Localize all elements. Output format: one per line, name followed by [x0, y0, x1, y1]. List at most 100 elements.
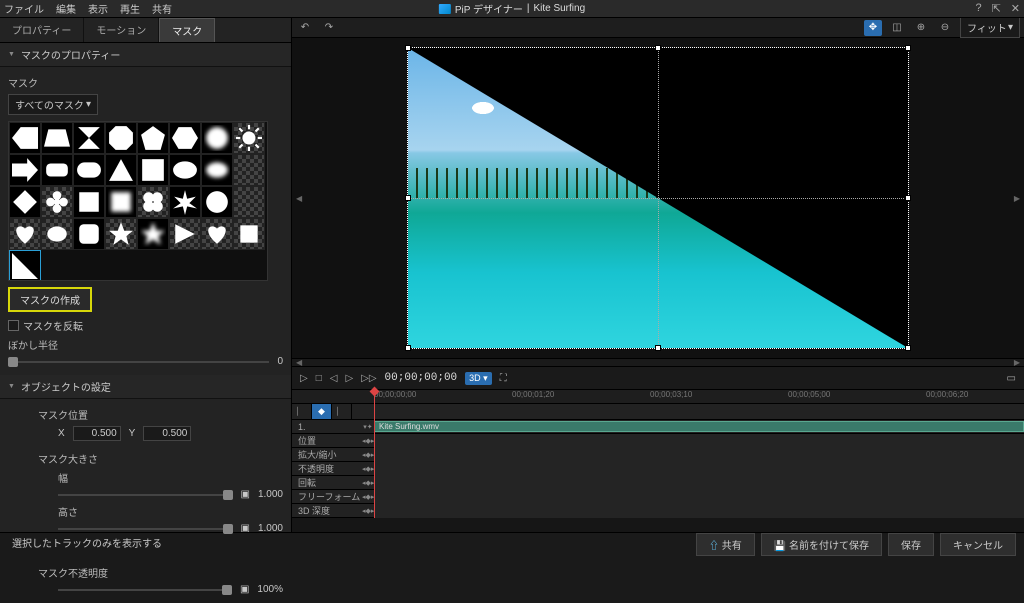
invert-mask-checkbox[interactable]: [8, 320, 19, 331]
stop-icon[interactable]: □: [316, 373, 322, 384]
mask-hexagon[interactable]: [169, 122, 201, 154]
mask-rounded-square[interactable]: [73, 218, 105, 250]
scroll-right-icon[interactable]: ▶: [1014, 194, 1020, 203]
mask-arrow-right[interactable]: [9, 154, 41, 186]
next-frame-icon[interactable]: ▷: [345, 373, 353, 384]
mask-sun[interactable]: [233, 122, 265, 154]
mask-opacity-slider[interactable]: [58, 589, 232, 591]
create-mask-button[interactable]: マスクの作成: [8, 287, 92, 312]
display-mode-icon[interactable]: ▭: [1007, 373, 1016, 384]
mask-filter-dropdown[interactable]: すべてのマスク▾: [8, 94, 98, 115]
tl-goto-end-icon[interactable]: ⎸: [332, 404, 352, 419]
save-button[interactable]: 保存: [888, 533, 934, 556]
mask-square-2[interactable]: [233, 218, 265, 250]
mask-square[interactable]: [73, 186, 105, 218]
crop-tool-icon[interactable]: ◫: [888, 20, 906, 36]
play-icon[interactable]: ▷: [300, 373, 308, 384]
mask-triangle-corner[interactable]: [9, 250, 41, 281]
timeline-clip[interactable]: Kite Surfing.wmv: [374, 421, 1024, 432]
mask-y-field[interactable]: [143, 426, 191, 441]
save-as-button[interactable]: 💾 名前を付けて保存: [761, 533, 882, 556]
undock-icon[interactable]: ⇱: [992, 2, 1001, 15]
mask-star-soft[interactable]: [137, 218, 169, 250]
mask-ellipse[interactable]: [169, 154, 201, 186]
menu-file[interactable]: ファイル: [4, 1, 44, 16]
mask-star[interactable]: [105, 218, 137, 250]
mask-x-field[interactable]: [73, 426, 121, 441]
mask-properties-header[interactable]: マスクのプロパティー: [0, 43, 291, 67]
mask-rounded-rect[interactable]: [41, 154, 73, 186]
track-rotation[interactable]: 回転: [292, 476, 362, 489]
mask-octagon[interactable]: [105, 122, 137, 154]
track-opacity[interactable]: 不透明度: [292, 462, 362, 475]
show-selected-track-label: 選択したトラックのみを表示する: [12, 535, 162, 550]
object-settings-header[interactable]: オブジェクトの設定: [0, 375, 291, 399]
mask-burst[interactable]: [169, 186, 201, 218]
zoom-in-icon[interactable]: ⊕: [912, 20, 930, 36]
mask-diamond[interactable]: [9, 186, 41, 218]
prev-frame-icon[interactable]: ◁: [330, 373, 338, 384]
mask-rect-soft[interactable]: [105, 186, 137, 218]
mask-hourglass[interactable]: [73, 122, 105, 154]
menu-edit[interactable]: 編集: [56, 1, 76, 16]
track-scale[interactable]: 拡大/縮小: [292, 448, 362, 461]
scroll-left-icon[interactable]: ◀: [296, 194, 302, 203]
timeline-ruler[interactable]: 00;00;00;00 00;00;01;20 00;00;03;10 00;0…: [292, 390, 1024, 404]
timecode-display[interactable]: 00;00;00;00: [385, 372, 458, 384]
mask-heart-2[interactable]: [201, 218, 233, 250]
mask-empty-1[interactable]: [233, 154, 265, 186]
mask-ellipse-2[interactable]: [41, 218, 73, 250]
mask-height-slider[interactable]: [58, 528, 233, 530]
track-header-main[interactable]: 1.: [292, 422, 362, 432]
feather-slider[interactable]: [8, 361, 269, 363]
3d-badge[interactable]: 3D ▾: [465, 372, 492, 385]
menu-play[interactable]: 再生: [120, 1, 140, 16]
cancel-button[interactable]: キャンセル: [940, 533, 1016, 556]
tl-keyframe-icon[interactable]: ◆: [312, 404, 332, 419]
tab-mask[interactable]: マスク: [159, 18, 215, 42]
main-menu: ファイル 編集 表示 再生 共有: [4, 1, 172, 16]
preview-canvas[interactable]: [408, 48, 908, 348]
track-freeform[interactable]: フリーフォーム: [292, 490, 362, 503]
track-3d-depth[interactable]: 3D 深度: [292, 504, 362, 517]
mask-opacity-label: マスク不透明度: [38, 565, 283, 580]
menu-view[interactable]: 表示: [88, 1, 108, 16]
close-icon[interactable]: ✕: [1011, 2, 1020, 15]
mask-pentagon-up[interactable]: [137, 122, 169, 154]
mask-triangle-up[interactable]: [105, 154, 137, 186]
mask-size-label: マスク大きさ: [38, 451, 283, 466]
mask-square-rot[interactable]: [137, 154, 169, 186]
playhead[interactable]: [374, 390, 375, 518]
mask-circle-soft[interactable]: [201, 122, 233, 154]
menu-share[interactable]: 共有: [152, 1, 172, 16]
mask-arrow-left[interactable]: [9, 122, 41, 154]
share-button[interactable]: ⇧ 共有: [696, 533, 755, 556]
mask-heart[interactable]: [9, 218, 41, 250]
mask-ellipse-soft[interactable]: [201, 154, 233, 186]
mask-flower[interactable]: [41, 186, 73, 218]
redo-icon[interactable]: ↷: [320, 20, 338, 36]
mask-triangle-right[interactable]: [169, 218, 201, 250]
mask-rounded-rect-2[interactable]: [73, 154, 105, 186]
selection-bounds[interactable]: [407, 47, 909, 349]
mask-circle[interactable]: [201, 186, 233, 218]
help-icon[interactable]: ?: [975, 2, 981, 15]
mask-shape-grid: [8, 121, 268, 281]
tab-property[interactable]: プロパティー: [0, 18, 84, 42]
mask-empty-2[interactable]: [233, 186, 265, 218]
fast-forward-icon[interactable]: ▷▷: [361, 373, 376, 384]
undo-icon[interactable]: ↶: [296, 20, 314, 36]
zoom-dropdown[interactable]: フィット▾: [960, 17, 1020, 38]
mask-trapezoid[interactable]: [41, 122, 73, 154]
tl-goto-start-icon[interactable]: ⎸: [292, 404, 312, 419]
right-panel: ↶ ↷ ✥ ◫ ⊕ ⊖ フィット▾ ◀ ▶: [292, 18, 1024, 532]
move-tool-icon[interactable]: ✥: [864, 20, 882, 36]
panel-tabs: プロパティー モーション マスク: [0, 18, 291, 43]
fullscreen-icon[interactable]: ⛶: [500, 373, 507, 384]
tab-motion[interactable]: モーション: [84, 18, 159, 42]
track-position[interactable]: 位置: [292, 434, 362, 447]
mask-clover[interactable]: [137, 186, 169, 218]
zoom-out-icon[interactable]: ⊖: [936, 20, 954, 36]
mask-width-slider[interactable]: [58, 494, 233, 496]
preview-viewport[interactable]: ◀ ▶: [292, 38, 1024, 358]
